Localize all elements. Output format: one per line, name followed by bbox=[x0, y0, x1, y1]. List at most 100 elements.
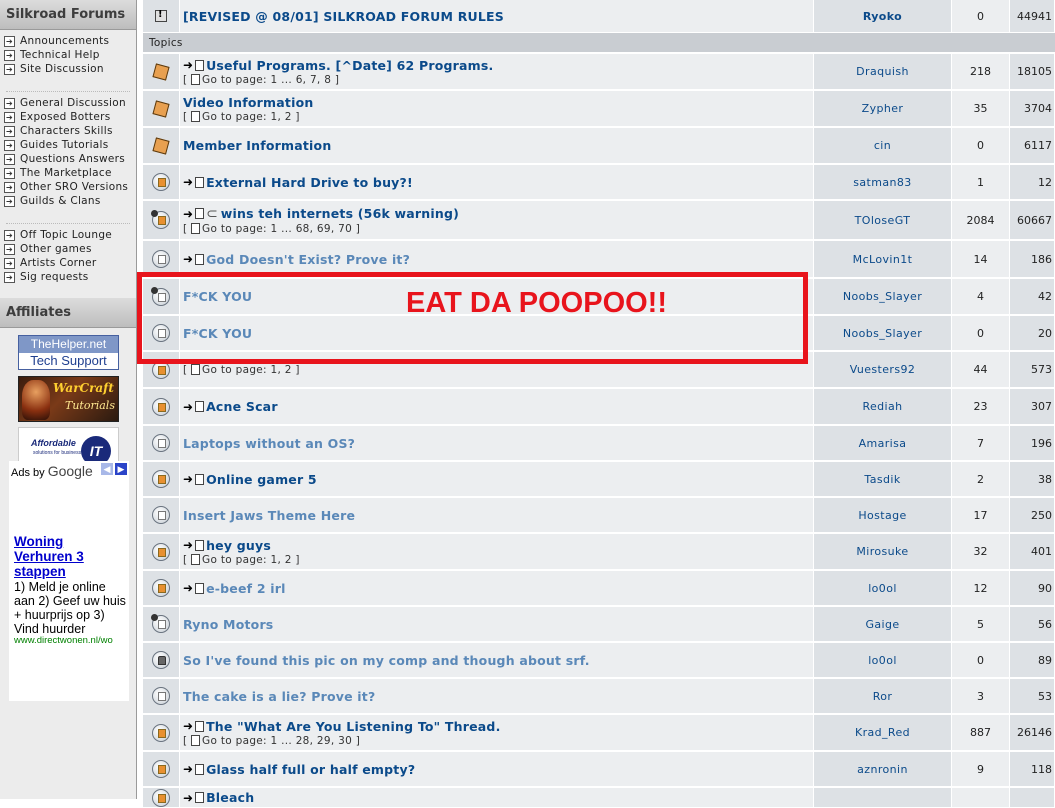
topic-author[interactable]: Noobs_Slayer bbox=[814, 316, 952, 351]
topic-title-link[interactable]: Useful Programs. [^Date] 62 Programs. bbox=[206, 58, 493, 73]
topic-author[interactable]: Vuesters92 bbox=[814, 352, 952, 388]
announcement-title-link[interactable]: [REVISED @ 08/01] SILKROAD FORUM RULES bbox=[183, 9, 504, 24]
pagination-links[interactable]: Go to page: 1, 2 bbox=[202, 111, 292, 123]
sidebar-item[interactable]: ➔ Announcements bbox=[4, 34, 136, 48]
topic-views: 401 bbox=[1010, 534, 1055, 570]
sidebar-item[interactable]: ➔ Technical Help bbox=[4, 48, 136, 62]
sidebar-item[interactable]: ➔ Other games bbox=[4, 242, 136, 256]
topic-title-link[interactable]: hey guys bbox=[206, 538, 271, 553]
topic-title-link[interactable]: Glass half full or half empty? bbox=[206, 762, 415, 777]
arrow-icon: ➔ bbox=[4, 111, 15, 123]
topic-replies: 23 bbox=[952, 389, 1010, 425]
sidebar-item[interactable]: ➔ Guilds & Clans bbox=[4, 194, 136, 208]
topic-cell: Member Information bbox=[180, 128, 814, 164]
sidebar-item-label: Technical Help bbox=[20, 49, 100, 61]
pagination-links[interactable]: Go to page: 1 ... 28, 29, 30 bbox=[202, 735, 352, 747]
topic-views: 18105 bbox=[1010, 54, 1055, 90]
new-posts-icon[interactable]: ➜ bbox=[183, 762, 193, 776]
sidebar-item[interactable]: ➔ Guides Tutorials bbox=[4, 138, 136, 152]
sidebar-item[interactable]: ➔ Exposed Botters bbox=[4, 110, 136, 124]
sidebar-item[interactable]: ➔ Site Discussion bbox=[4, 62, 136, 76]
topic-author[interactable]: McLovin1t bbox=[814, 241, 952, 278]
topic-replies: 887 bbox=[952, 715, 1010, 751]
topic-author[interactable]: Zypher bbox=[814, 91, 952, 127]
topic-title-link[interactable]: Acne Scar bbox=[206, 399, 278, 414]
topic-title-link[interactable]: External Hard Drive to buy?! bbox=[206, 175, 413, 190]
topic-title-link[interactable]: The cake is a lie? Prove it? bbox=[183, 689, 375, 704]
topic-title-link[interactable]: Laptops without an OS? bbox=[183, 436, 355, 451]
topic-author[interactable]: cin bbox=[814, 128, 952, 164]
new-posts-icon[interactable]: ➜ bbox=[183, 207, 193, 221]
topic-title-link[interactable]: Insert Jaws Theme Here bbox=[183, 508, 355, 523]
topic-title-link[interactable]: Member Information bbox=[183, 138, 331, 153]
topic-author[interactable]: Amarisa bbox=[814, 426, 952, 461]
topic-views: 20 bbox=[1010, 316, 1055, 351]
topic-title-link[interactable]: So I've found this pic on my comp and th… bbox=[183, 653, 590, 668]
new-posts-icon[interactable]: ➜ bbox=[183, 472, 193, 486]
sidebar-item[interactable]: ➔ General Discussion bbox=[4, 96, 136, 110]
new-posts-icon[interactable]: ➜ bbox=[183, 58, 193, 72]
sidebar-item[interactable]: ➔ Sig requests bbox=[4, 270, 136, 284]
new-posts-icon[interactable]: ➜ bbox=[183, 719, 193, 733]
locked-topic-icon bbox=[152, 651, 170, 669]
topic-title-link[interactable]: Bleach bbox=[206, 790, 254, 805]
topic-title-line: ➜ External Hard Drive to buy?! bbox=[183, 175, 813, 190]
topic-author[interactable]: aznronin bbox=[814, 752, 952, 787]
announcement-author[interactable]: Ryoko bbox=[814, 0, 952, 33]
sidebar-item[interactable]: ➔ Characters Skills bbox=[4, 124, 136, 138]
sidebar-group: ➔ General Discussion ➔ Exposed Botters ➔ Char… bbox=[0, 92, 136, 214]
topic-author[interactable]: Hostage bbox=[814, 498, 952, 533]
sidebar-item[interactable]: ➔ The Marketplace bbox=[4, 166, 136, 180]
ads-prev-icon[interactable]: ◀ bbox=[101, 463, 113, 475]
topic-title-link[interactable]: God Doesn't Exist? Prove it? bbox=[206, 252, 410, 267]
topic-title-link[interactable]: Video Information bbox=[183, 95, 313, 110]
sidebar-item[interactable]: ➔ Other SRO Versions bbox=[4, 180, 136, 194]
topic-author[interactable]: Ror bbox=[814, 679, 952, 714]
topic-author[interactable]: Tasdik bbox=[814, 462, 952, 497]
topic-author[interactable]: Draquish bbox=[814, 54, 952, 90]
topic-author[interactable]: TOloseGT bbox=[814, 201, 952, 240]
pagination-links[interactable]: Go to page: 1 ... 68, 69, 70 bbox=[202, 223, 352, 235]
pagination-links[interactable]: Go to page: 1, 2 bbox=[202, 364, 292, 376]
sidebar-item[interactable]: ➔ Questions Answers bbox=[4, 152, 136, 166]
new-posts-icon[interactable]: ➜ bbox=[183, 791, 193, 805]
ad-title-link[interactable]: Woning Verhuren 3 stappen bbox=[14, 534, 124, 579]
topic-author[interactable]: satman83 bbox=[814, 165, 952, 200]
topic-replies: 12 bbox=[952, 571, 1010, 606]
ads-next-icon[interactable]: ▶ bbox=[115, 463, 127, 475]
topic-title-link[interactable]: wins teh internets (56k warning) bbox=[221, 206, 459, 221]
topic-author[interactable]: Noobs_Slayer bbox=[814, 279, 952, 315]
topic-title-link[interactable]: The "What Are You Listening To" Thread. bbox=[206, 719, 500, 734]
new-posts-icon[interactable]: ➜ bbox=[183, 175, 193, 189]
announcement-replies: 0 bbox=[952, 0, 1010, 33]
topic-author[interactable]: Mirosuke bbox=[814, 534, 952, 570]
topic-row: ➜ Useful Programs. [^Date] 62 Programs.[ … bbox=[143, 54, 1055, 90]
pagination-close-bracket: ] bbox=[352, 734, 361, 747]
sidebar-item[interactable]: ➔ Off Topic Lounge bbox=[4, 228, 136, 242]
topic-title-link[interactable]: Online gamer 5 bbox=[206, 472, 317, 487]
topic-author[interactable]: lo0ol bbox=[814, 643, 952, 678]
new-posts-icon[interactable]: ➜ bbox=[183, 581, 193, 595]
topic-views: 26146 bbox=[1010, 715, 1055, 751]
new-posts-icon[interactable]: ➜ bbox=[183, 400, 193, 414]
sidebar-item[interactable]: ➔ Artists Corner bbox=[4, 256, 136, 270]
topic-title-link[interactable]: Ryno Motors bbox=[183, 617, 273, 632]
affiliates-title: Affiliates bbox=[0, 298, 136, 328]
new-posts-icon[interactable]: ➜ bbox=[183, 538, 193, 552]
topic-title-link[interactable]: e-beef 2 irl bbox=[206, 581, 286, 596]
ad-url[interactable]: www.directwonen.nl/wo bbox=[14, 635, 126, 646]
pagination-links[interactable]: Go to page: 1 ... 6, 7, 8 bbox=[202, 74, 331, 86]
topic-cell: Laptops without an OS? bbox=[180, 426, 814, 461]
thehelper-banner[interactable]: TheHelper.net Tech Support bbox=[18, 335, 119, 370]
pagination-links[interactable]: Go to page: 1, 2 bbox=[202, 554, 292, 566]
topic-author[interactable]: Krad_Red bbox=[814, 715, 952, 751]
topic-author[interactable]: Rediah bbox=[814, 389, 952, 425]
topic-author[interactable]: Gaige bbox=[814, 607, 952, 642]
warcraft-tutorials-banner[interactable]: WarCraft Tutorials bbox=[18, 376, 119, 422]
new-posts-icon[interactable]: ➜ bbox=[183, 252, 193, 266]
topic-author[interactable]: lo0ol bbox=[814, 571, 952, 606]
arrow-icon: ➔ bbox=[4, 195, 15, 207]
overlay-caption: EAT DA POOPOO!! bbox=[406, 287, 667, 319]
topic-author[interactable] bbox=[814, 788, 952, 808]
topic-icon-cell bbox=[143, 715, 180, 751]
